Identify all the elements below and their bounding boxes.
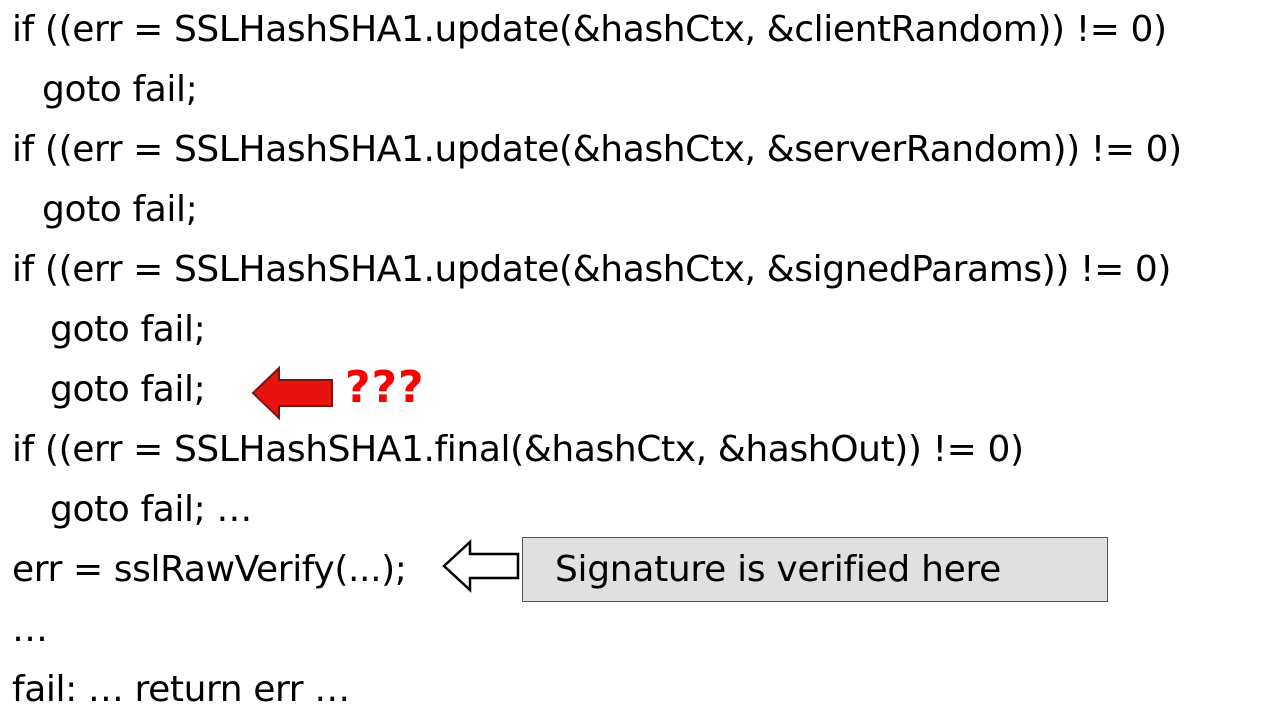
- code-line-3: if ((err = SSLHashSHA1.update(&hashCtx, …: [12, 129, 1182, 170]
- code-line-8: if ((err = SSLHashSHA1.final(&hashCtx, &…: [12, 429, 1024, 470]
- signature-callout: Signature is verified here: [522, 537, 1108, 602]
- white-arrow-left-icon: [442, 539, 520, 593]
- red-arrow-left-icon: [251, 365, 333, 421]
- code-line-11: …: [12, 609, 48, 650]
- code-line-6: goto fail;: [50, 309, 206, 350]
- question-marks: ???: [345, 362, 425, 413]
- code-line-10: err = sslRawVerify(...);: [12, 549, 407, 590]
- code-line-4: goto fail;: [42, 189, 198, 230]
- code-line-1: if ((err = SSLHashSHA1.update(&hashCtx, …: [12, 9, 1167, 50]
- code-slide: if ((err = SSLHashSHA1.update(&hashCtx, …: [0, 0, 1274, 720]
- code-line-5: if ((err = SSLHashSHA1.update(&hashCtx, …: [12, 249, 1172, 290]
- code-line-12: fail: … return err …: [12, 669, 350, 710]
- code-line-7-duplicate-goto: goto fail;: [50, 369, 206, 410]
- code-line-9: goto fail; …: [50, 489, 252, 530]
- code-line-2: goto fail;: [42, 69, 198, 110]
